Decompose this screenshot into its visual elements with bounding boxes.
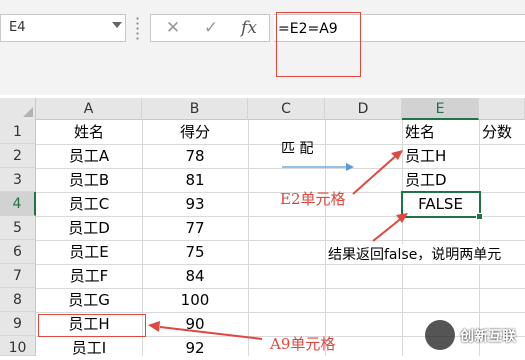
annotation-arrows (148, 150, 408, 340)
a9-callout: A9单元格 (270, 335, 336, 353)
match-arrow-head-icon (346, 163, 354, 171)
result-note: 结果返回false，说明两单元 (328, 244, 502, 264)
a9-arrow-line (159, 326, 263, 340)
watermark-text: 创新互联 (460, 329, 516, 345)
e2-callout: E2单元格 (280, 190, 346, 208)
watermark-logo-icon (425, 320, 455, 350)
a9-arrow-head-icon (148, 321, 160, 332)
e2-arrow-line (352, 153, 399, 195)
result-arrow-line (372, 216, 404, 242)
